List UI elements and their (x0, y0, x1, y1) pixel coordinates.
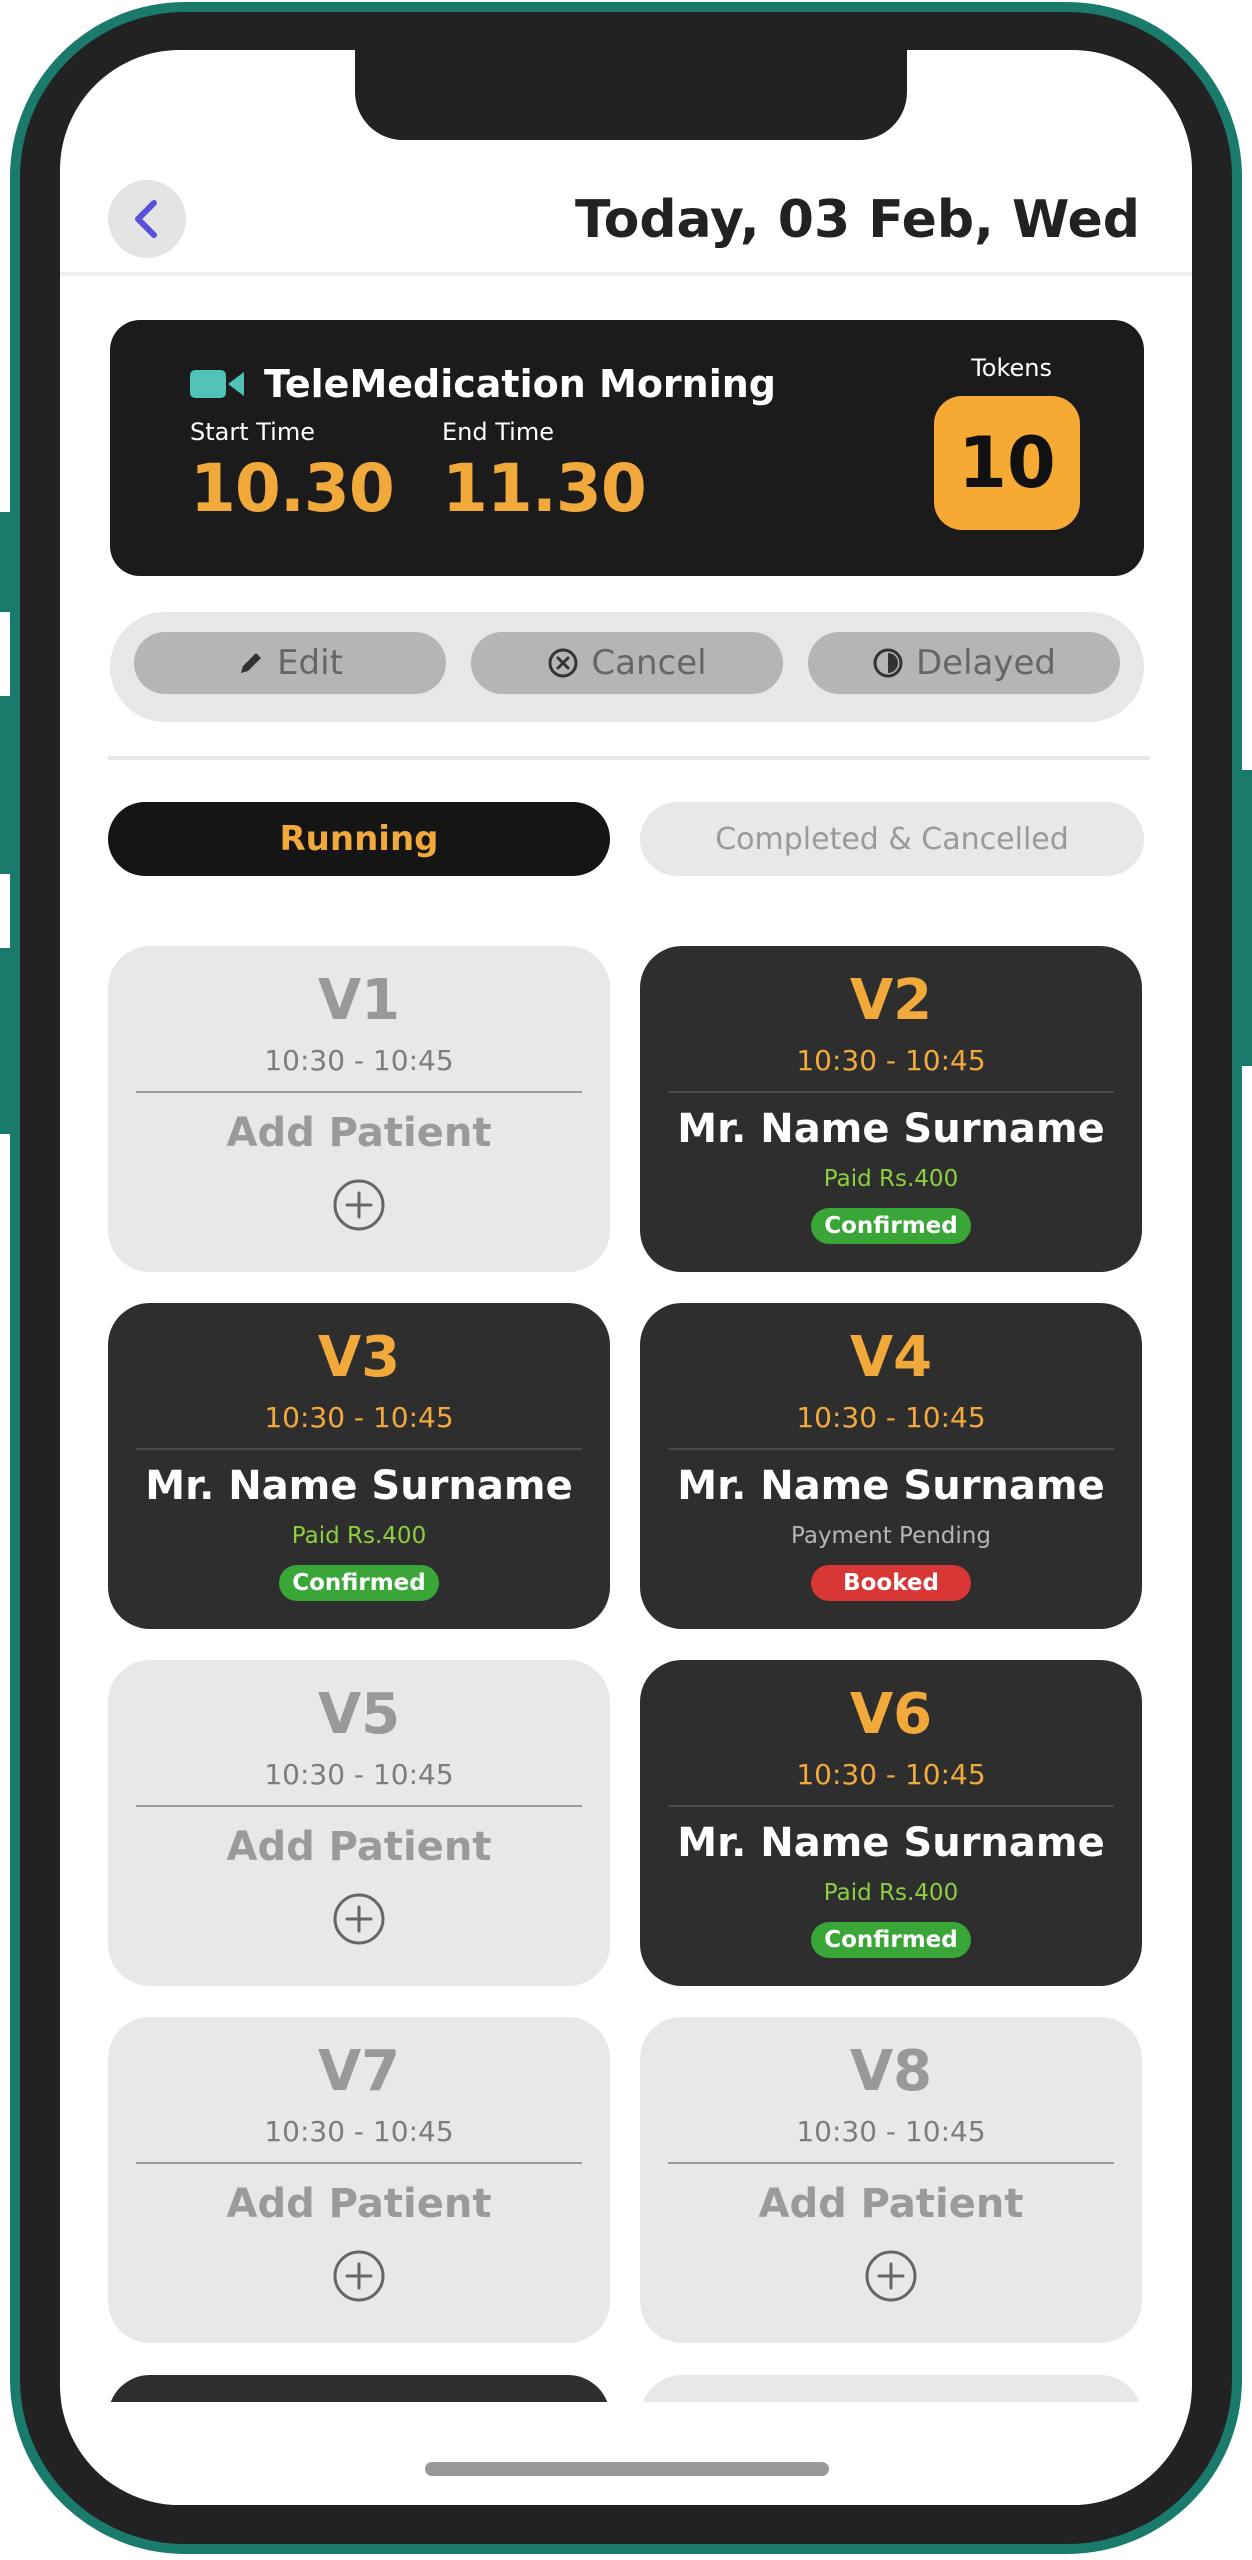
page-title: Today, 03 Feb, Wed (575, 190, 1140, 250)
slot-divider (668, 1448, 1114, 1450)
edit-button[interactable]: Edit (134, 632, 446, 694)
slot-divider (136, 1805, 582, 1807)
start-time-value: 10.30 (190, 450, 395, 527)
payment-status: Paid Rs.400 (823, 1880, 959, 1906)
slot-card-v7[interactable]: V7 10:30 - 10:45 Add Patient (108, 2017, 610, 2343)
chevron-left-icon (135, 200, 157, 238)
pencil-icon (241, 653, 262, 673)
slot-divider (136, 1448, 582, 1450)
add-patient-plus-icon[interactable] (332, 2249, 386, 2303)
slot-card-v5[interactable]: V5 10:30 - 10:45 Add Patient (108, 1660, 610, 1986)
screen-bottom (60, 2402, 1192, 2505)
end-time: End Time 11.30 (442, 418, 647, 527)
cancel-label: Cancel (591, 643, 707, 683)
session-title-row: TeleMedication Morning (190, 362, 776, 406)
slot-divider (136, 1091, 582, 1093)
patient-name: Mr. Name Surname (145, 1463, 573, 1509)
slot-divider (668, 1091, 1114, 1093)
phone-screen: Today, 03 Feb, Wed TeleMedication Mornin… (60, 50, 1192, 2505)
status-badge: Confirmed (811, 1922, 971, 1958)
slot-time: 10:30 - 10:45 (796, 1758, 986, 1791)
slot-code: V3 (317, 1325, 401, 1390)
add-patient-label: Add Patient (226, 1110, 492, 1156)
cancel-button[interactable]: Cancel (471, 632, 783, 694)
patient-name: Mr. Name Surname (677, 1106, 1105, 1152)
slot-card-v4[interactable]: V4 10:30 - 10:45 Mr. Name Surname Payment P… (640, 1303, 1142, 1629)
slot-time: 10:30 - 10:45 (796, 2115, 986, 2148)
slot-time: 10:30 - 10:45 (264, 2115, 454, 2148)
slot-code: V1 (317, 968, 401, 1033)
payment-status: Paid Rs.400 (291, 1523, 427, 1549)
back-button[interactable] (108, 180, 186, 258)
slot-code: V4 (849, 1325, 933, 1390)
tab-completed-cancelled[interactable]: Completed & Cancelled (640, 802, 1144, 876)
slot-divider (136, 2162, 582, 2164)
home-indicator[interactable] (425, 2462, 829, 2476)
slot-card-v8[interactable]: V8 10:30 - 10:45 Add Patient (640, 2017, 1142, 2343)
delayed-button[interactable]: Delayed (808, 632, 1120, 694)
slot-time: 10:30 - 10:45 (264, 1758, 454, 1791)
tokens-count: 10 (934, 396, 1080, 530)
tab-running[interactable]: Running (108, 802, 610, 876)
edit-label: Edit (277, 643, 343, 683)
status-badge: Confirmed (279, 1565, 439, 1601)
half-clock-icon (873, 648, 903, 678)
slot-time: 10:30 - 10:45 (796, 1401, 986, 1434)
slot-time: 10:30 - 10:45 (264, 1044, 454, 1077)
tokens-label: Tokens (971, 354, 1052, 382)
start-time: Start Time 10.30 (190, 418, 395, 527)
add-patient-plus-icon[interactable] (332, 1178, 386, 1232)
section-divider (108, 756, 1150, 760)
patient-name: Mr. Name Surname (677, 1820, 1105, 1866)
slot-divider (668, 2162, 1114, 2164)
notch (355, 50, 907, 140)
slot-code: V6 (849, 1682, 933, 1747)
add-patient-label: Add Patient (758, 2181, 1024, 2227)
payment-status: Paid Rs.400 (823, 1166, 959, 1192)
add-patient-label: Add Patient (226, 1824, 492, 1870)
patient-name: Mr. Name Surname (677, 1463, 1105, 1509)
header-divider (60, 272, 1192, 276)
session-title: TeleMedication Morning (264, 362, 776, 406)
session-card: TeleMedication Morning Start Time 10.30 … (110, 320, 1144, 576)
start-time-label: Start Time (190, 418, 315, 446)
slot-card-v3[interactable]: V3 10:30 - 10:45 Mr. Name Surname Paid Rs.4… (108, 1303, 610, 1629)
slot-code: V5 (317, 1682, 401, 1747)
status-badge: Confirmed (811, 1208, 971, 1244)
slot-code: V8 (849, 2039, 933, 2104)
video-camera-icon (190, 370, 244, 398)
add-patient-plus-icon[interactable] (332, 1892, 386, 1946)
session-actions: Edit Cancel Delayed (110, 612, 1144, 722)
status-badge: Booked (811, 1565, 971, 1601)
slot-card-v1[interactable]: V1 10:30 - 10:45 Add Patient (108, 946, 610, 1272)
x-circle-icon (548, 648, 578, 678)
slot-divider (668, 1805, 1114, 1807)
slot-time: 10:30 - 10:45 (796, 1044, 986, 1077)
add-patient-plus-icon[interactable] (864, 2249, 918, 2303)
slot-code: V2 (849, 968, 933, 1033)
slot-card-v2[interactable]: V2 10:30 - 10:45 Mr. Name Surname Paid Rs.4… (640, 946, 1142, 1272)
slot-code: V7 (317, 2039, 401, 2104)
slot-card-v6[interactable]: V6 10:30 - 10:45 Mr. Name Surname Paid Rs.4… (640, 1660, 1142, 1986)
delayed-label: Delayed (915, 643, 1056, 683)
end-time-label: End Time (442, 418, 554, 446)
slot-time: 10:30 - 10:45 (264, 1401, 454, 1434)
end-time-value: 11.30 (442, 450, 647, 527)
add-patient-label: Add Patient (226, 2181, 492, 2227)
payment-status: Payment Pending (791, 1523, 991, 1549)
